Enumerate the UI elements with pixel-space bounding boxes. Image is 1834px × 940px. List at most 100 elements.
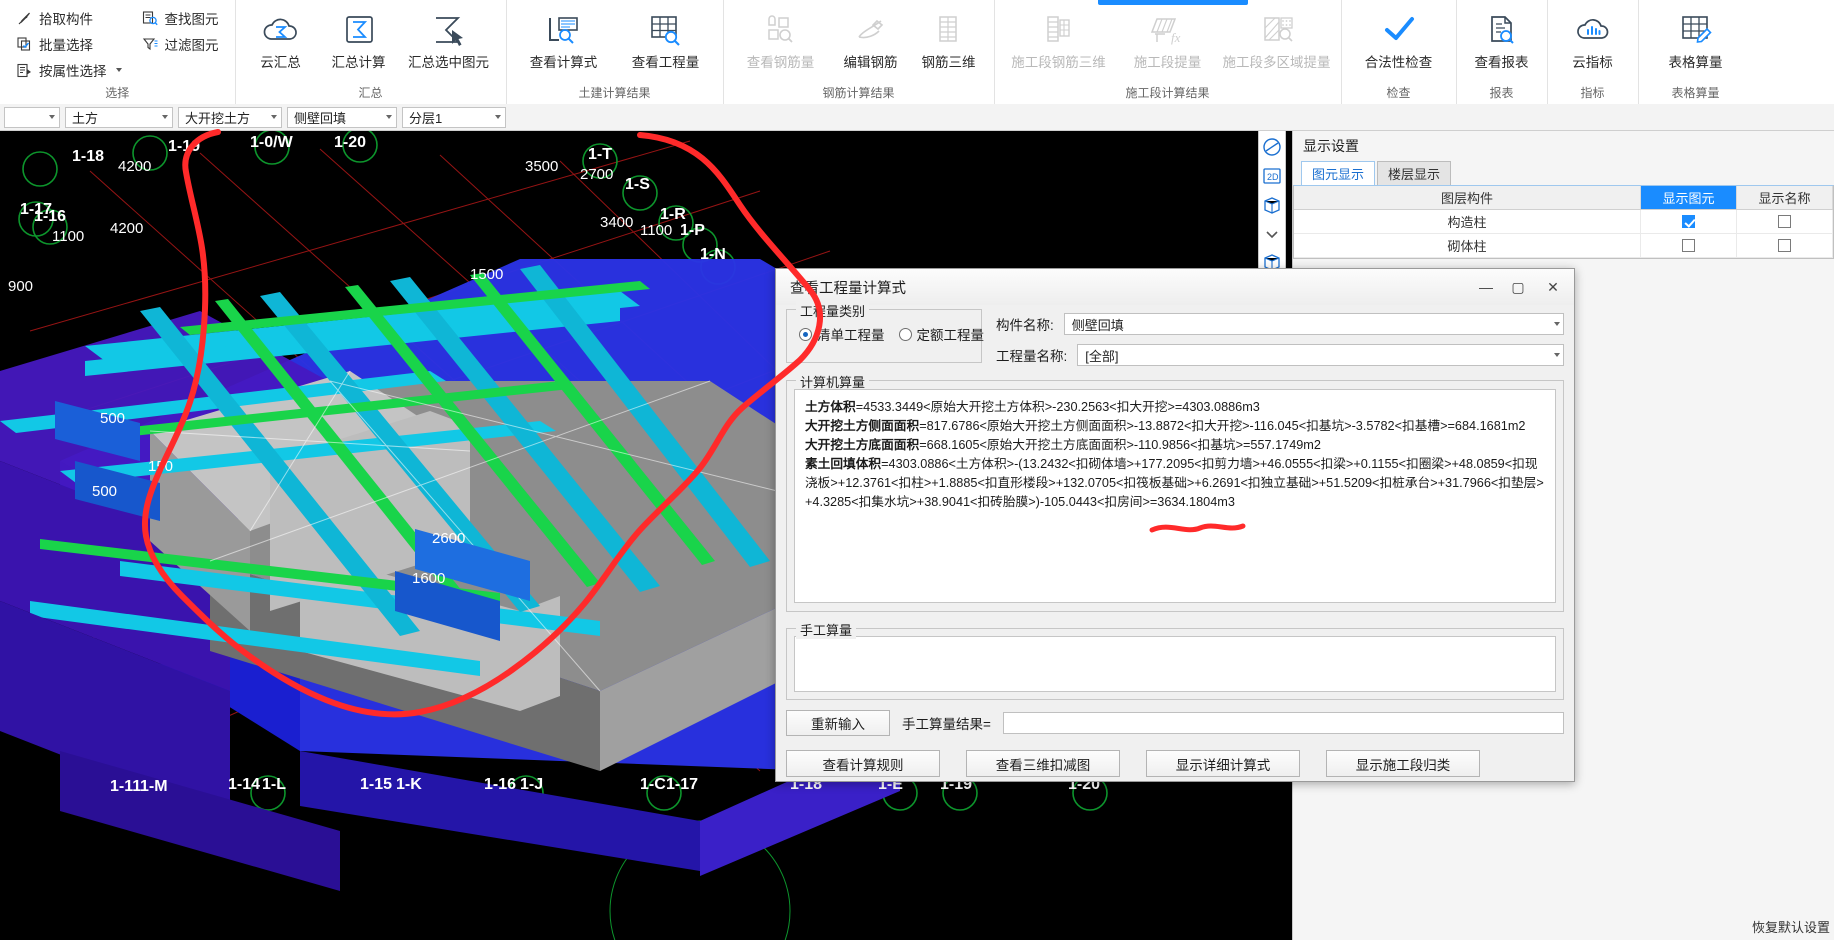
show-section-group-button[interactable]: 显示施工段归类 xyxy=(1326,750,1480,777)
view-report-label: 查看报表 xyxy=(1474,55,1529,70)
cloud-metric-button[interactable]: 云指标 xyxy=(1554,4,1632,71)
sum-selected-button[interactable]: 汇总选中图元 xyxy=(398,4,500,71)
selector-blank[interactable] xyxy=(4,106,60,128)
axis-label: 1-20 xyxy=(334,134,366,151)
selector-subcategory[interactable]: 大开挖土方 xyxy=(178,106,282,128)
viewport-tool-dock: 2D xyxy=(1258,131,1286,291)
axis-label: 1-S xyxy=(625,176,650,193)
selector-category-value: 土方 xyxy=(72,110,99,126)
formula-line-name: 大开挖土方底面面积 xyxy=(805,438,920,452)
manual-calc-group: 手工算量 xyxy=(786,620,1564,700)
checkbox-show-element[interactable] xyxy=(1682,239,1695,252)
batch-select-icon xyxy=(16,36,33,53)
maximize-icon[interactable]: ▢ xyxy=(1502,274,1534,300)
pick-component-button[interactable]: 拾取构件 xyxy=(16,7,122,29)
show-detailed-formula-button[interactable]: 显示详细计算式 xyxy=(1146,750,1300,777)
selector-category[interactable]: 土方 xyxy=(65,106,173,128)
dimension-label: 3400 xyxy=(600,214,633,231)
computer-calc-box[interactable]: 土方体积=4533.3449<原始大开挖土方体积>-230.2563<扣大开挖>… xyxy=(794,389,1556,603)
select-by-property-icon xyxy=(16,62,33,79)
axis-label: 1-15 xyxy=(360,776,392,793)
svg-text:2D: 2D xyxy=(1267,172,1279,182)
2d-view-icon[interactable]: 2D xyxy=(1261,165,1283,187)
radio-bill-quantity[interactable]: 清单工程量 xyxy=(799,324,885,344)
tab-floor-display[interactable]: 楼层显示 xyxy=(1377,161,1452,185)
chevron-down-icon xyxy=(386,115,392,119)
edit-rebar-button: 编辑钢筋 xyxy=(832,4,910,71)
table-calc-button[interactable]: 表格算量 xyxy=(1645,4,1747,71)
find-element-button[interactable]: 查找图元 xyxy=(142,7,219,29)
view-3d-deduction-button[interactable]: 查看三维扣减图 xyxy=(966,750,1120,777)
chevron-down-icon xyxy=(49,115,55,119)
view-toggle-icon[interactable] xyxy=(1261,136,1283,158)
quantity-name-label: 工程量名称: xyxy=(996,349,1068,364)
minimize-icon[interactable]: — xyxy=(1470,274,1502,300)
rebar-3d-icon xyxy=(927,8,971,52)
radio-norm-quantity-label: 定额工程量 xyxy=(916,328,985,343)
section-rebar-3d-label: 施工段钢筋三维 xyxy=(1011,55,1106,70)
chevron-down-icon xyxy=(162,115,168,119)
single-layer-icon[interactable] xyxy=(1261,194,1283,216)
ribbon-group-check: 合法性检查 检查 xyxy=(1340,0,1456,104)
selector-layer[interactable]: 分层1 xyxy=(402,106,506,128)
row-show-element-cell[interactable] xyxy=(1641,234,1737,257)
chevron-down-icon xyxy=(271,115,277,119)
tab-element-display[interactable]: 图元显示 xyxy=(1301,161,1376,185)
select-by-property-button[interactable]: 按属性选择 xyxy=(16,59,122,81)
section-extract-label: 施工段提量 xyxy=(1133,55,1202,70)
view-quantity-button[interactable]: 查看工程量 xyxy=(615,4,717,71)
ribbon-group-items: 查看报表 xyxy=(1463,0,1541,84)
rebar-3d-button: 钢筋三维 xyxy=(910,4,988,71)
axis-label: 1-16 xyxy=(484,776,516,793)
radio-norm-quantity[interactable]: 定额工程量 xyxy=(898,324,985,344)
quantity-name-select[interactable]: [全部] xyxy=(1077,344,1564,366)
checkbox-show-element[interactable] xyxy=(1682,215,1695,228)
legality-check-button[interactable]: 合法性检查 xyxy=(1348,4,1450,71)
manual-calc-input[interactable] xyxy=(794,636,1556,692)
more-views-icon[interactable] xyxy=(1261,223,1283,245)
table-row[interactable]: 构造柱 xyxy=(1294,210,1833,234)
view-formula-label: 查看计算式 xyxy=(529,55,598,70)
cloud-metric-icon xyxy=(1571,8,1615,52)
quantity-category-radios: 清单工程量 定额工程量 xyxy=(799,324,984,344)
restore-defaults-label[interactable]: 恢复默认设置 xyxy=(1752,917,1830,936)
view-report-button[interactable]: 查看报表 xyxy=(1463,4,1541,71)
formula-line-name: 土方体积 xyxy=(805,400,856,414)
component-selector-bar: 土方 大开挖土方 侧壁回填 分层1 xyxy=(0,104,1834,131)
manual-result-input[interactable] xyxy=(1002,712,1564,734)
manual-calc-legend: 手工算量 xyxy=(796,620,857,639)
filter-element-label: 过滤图元 xyxy=(164,38,219,53)
view-rebar-qty-label: 查看钢筋量 xyxy=(746,55,815,70)
table-calc-label: 表格算量 xyxy=(1668,55,1723,70)
reinput-button[interactable]: 重新输入 xyxy=(786,710,890,736)
sum-selected-icon xyxy=(427,8,471,52)
batch-select-label: 批量选择 xyxy=(39,38,93,53)
view-calc-rules-button[interactable]: 查看计算规则 xyxy=(786,750,940,777)
checkbox-show-name[interactable] xyxy=(1778,215,1791,228)
ribbon-group-items: 表格算量 xyxy=(1645,0,1747,84)
axis-label: 1-14 xyxy=(228,776,260,793)
axis-label: 1-0/W xyxy=(250,134,294,151)
dimension-label: 1100 xyxy=(52,228,84,245)
sum-calc-button[interactable]: 汇总计算 xyxy=(320,4,398,71)
radio-indicator xyxy=(799,327,812,341)
cloud-sum-button[interactable]: 云汇总 xyxy=(242,4,320,71)
table-row[interactable]: 砌体柱 xyxy=(1294,234,1833,258)
dialog-title-bar[interactable]: 查看工程量计算式 — ▢ ✕ xyxy=(776,269,1574,305)
filter-element-button[interactable]: 过滤图元 xyxy=(142,33,219,55)
batch-select-button[interactable]: 批量选择 xyxy=(16,33,122,55)
column-header-show-element[interactable]: 显示图元 xyxy=(1641,186,1737,209)
component-name-select[interactable]: 侧壁回填 xyxy=(1063,313,1564,335)
view-formula-button[interactable]: 查看计算式 xyxy=(513,4,615,71)
selector-component[interactable]: 侧壁回填 xyxy=(287,106,397,128)
display-settings-title: 显示设置 xyxy=(1293,131,1834,161)
row-layer-name: 构造柱 xyxy=(1294,210,1641,233)
close-icon[interactable]: ✕ xyxy=(1534,274,1572,300)
row-show-element-cell[interactable] xyxy=(1641,210,1737,233)
view-quantity-formula-dialog: 查看工程量计算式 — ▢ ✕ 工程量类别 清单工程量 定额工程量 构件名称: 侧… xyxy=(775,268,1575,782)
chevron-down-icon[interactable] xyxy=(115,68,122,72)
row-show-name-cell[interactable] xyxy=(1737,210,1833,233)
column-header-show-name[interactable]: 显示名称 xyxy=(1737,186,1833,209)
row-show-name-cell[interactable] xyxy=(1737,234,1833,257)
checkbox-show-name[interactable] xyxy=(1778,239,1791,252)
